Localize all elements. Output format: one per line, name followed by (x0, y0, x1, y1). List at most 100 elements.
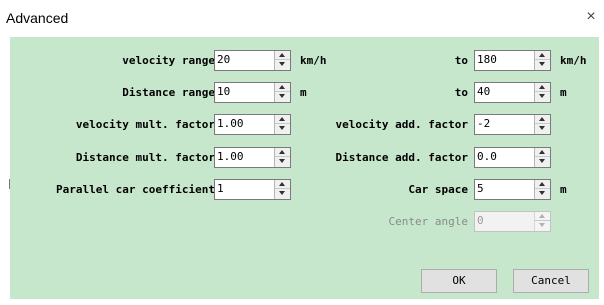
chevron-down-icon (539, 62, 545, 66)
velocity-range-to-value[interactable]: 180 (477, 53, 497, 66)
distance-add-factor-value[interactable]: 0.0 (477, 150, 497, 163)
chevron-up-icon (279, 182, 285, 186)
velocity-range-from-spinbox[interactable]: 20 (214, 50, 291, 71)
center-angle-spinbox: 0 (474, 211, 551, 232)
center-angle-label: Center angle (388, 215, 468, 228)
car-space-spinbox[interactable]: 5 (474, 179, 551, 200)
spin-up-button[interactable] (275, 51, 290, 60)
car-space-unit: m (560, 183, 567, 196)
velocity-range-to-label: to (454, 54, 468, 67)
chevron-down-icon (539, 191, 545, 195)
spin-buttons (534, 51, 550, 70)
close-icon[interactable]: × (584, 8, 598, 26)
velocity-mult-factor-label: velocity mult. factor (75, 118, 215, 131)
spin-up-button[interactable] (275, 148, 290, 157)
spin-buttons (534, 148, 550, 167)
center-angle-value: 0 (477, 214, 484, 227)
spin-buttons (534, 115, 550, 134)
spin-down-button[interactable] (535, 124, 550, 133)
chevron-up-icon (539, 117, 545, 121)
spin-buttons (534, 83, 550, 102)
distance-add-factor-label: Distance add. factor (335, 151, 468, 164)
velocity-range-to-unit: km/h (560, 54, 587, 67)
spin-up-button[interactable] (535, 83, 550, 92)
distance-add-factor-spinbox[interactable]: 0.0 (474, 147, 551, 168)
distance-mult-factor-label: Distance mult. factor (75, 151, 215, 164)
ok-button[interactable]: OK (421, 269, 497, 293)
spin-buttons (274, 115, 290, 134)
spin-down-button[interactable] (275, 92, 290, 101)
spin-buttons (534, 180, 550, 199)
velocity-range-label: velocity range (122, 54, 215, 67)
title-bar[interactable]: Advanced × (0, 0, 604, 37)
chevron-up-icon (279, 117, 285, 121)
spin-up-button[interactable] (275, 115, 290, 124)
chevron-down-icon (279, 191, 285, 195)
spin-down-button[interactable] (275, 189, 290, 198)
spin-down-button[interactable] (535, 157, 550, 166)
spin-down-button[interactable] (535, 92, 550, 101)
dialog-client-area: velocity range 20 km/h to 180 km/h Dista… (10, 37, 599, 299)
chevron-down-icon (279, 94, 285, 98)
distance-range-label: Distance range (122, 86, 215, 99)
car-space-label: Car space (408, 183, 468, 196)
chevron-down-icon (279, 126, 285, 130)
chevron-up-icon (279, 53, 285, 57)
distance-range-to-label: to (454, 86, 468, 99)
spin-buttons (274, 83, 290, 102)
window-title: Advanced (6, 10, 69, 26)
spin-down-button[interactable] (535, 60, 550, 69)
chevron-up-icon (539, 214, 545, 218)
distance-range-from-unit: m (300, 86, 307, 99)
distance-range-to-value[interactable]: 40 (477, 85, 490, 98)
spin-up-button[interactable] (535, 148, 550, 157)
velocity-range-to-spinbox[interactable]: 180 (474, 50, 551, 71)
distance-range-to-spinbox[interactable]: 40 (474, 82, 551, 103)
spin-up-button[interactable] (275, 83, 290, 92)
chevron-down-icon (539, 223, 545, 227)
spin-down-button[interactable] (275, 157, 290, 166)
spin-down-button[interactable] (275, 124, 290, 133)
advanced-dialog: Advanced × velocity range 20 km/h to 180… (0, 0, 604, 305)
spin-buttons (534, 212, 550, 231)
chevron-up-icon (279, 150, 285, 154)
spin-up-button (535, 212, 550, 221)
distance-range-from-value[interactable]: 10 (217, 85, 230, 98)
distance-range-to-unit: m (560, 86, 567, 99)
velocity-add-factor-spinbox[interactable]: -2 (474, 114, 551, 135)
spin-down-button[interactable] (275, 60, 290, 69)
chevron-up-icon (539, 53, 545, 57)
chevron-down-icon (539, 94, 545, 98)
velocity-add-factor-value[interactable]: -2 (477, 117, 490, 130)
spin-buttons (274, 148, 290, 167)
cancel-button[interactable]: Cancel (513, 269, 589, 293)
distance-mult-factor-spinbox[interactable]: 1.00 (214, 147, 291, 168)
parallel-car-coefficient-label: Parallel car coefficient (56, 183, 215, 196)
spin-up-button[interactable] (275, 180, 290, 189)
spin-buttons (274, 180, 290, 199)
chevron-up-icon (279, 85, 285, 89)
car-space-value[interactable]: 5 (477, 182, 484, 195)
spin-up-button[interactable] (535, 115, 550, 124)
chevron-down-icon (539, 159, 545, 163)
chevron-up-icon (539, 85, 545, 89)
velocity-mult-factor-value[interactable]: 1.00 (217, 117, 244, 130)
distance-mult-factor-value[interactable]: 1.00 (217, 150, 244, 163)
chevron-down-icon (279, 159, 285, 163)
spin-up-button[interactable] (535, 180, 550, 189)
chevron-up-icon (539, 150, 545, 154)
parallel-car-coefficient-spinbox[interactable]: 1 (214, 179, 291, 200)
distance-range-from-spinbox[interactable]: 10 (214, 82, 291, 103)
spin-down-button[interactable] (535, 189, 550, 198)
window-left-edge (0, 0, 10, 305)
velocity-mult-factor-spinbox[interactable]: 1.00 (214, 114, 291, 135)
chevron-down-icon (279, 62, 285, 66)
chevron-up-icon (539, 182, 545, 186)
velocity-range-from-value[interactable]: 20 (217, 53, 230, 66)
chevron-down-icon (539, 126, 545, 130)
velocity-add-factor-label: velocity add. factor (335, 118, 468, 131)
spin-down-button (535, 221, 550, 230)
parallel-car-coefficient-value[interactable]: 1 (217, 182, 224, 195)
velocity-range-from-unit: km/h (300, 54, 327, 67)
spin-up-button[interactable] (535, 51, 550, 60)
